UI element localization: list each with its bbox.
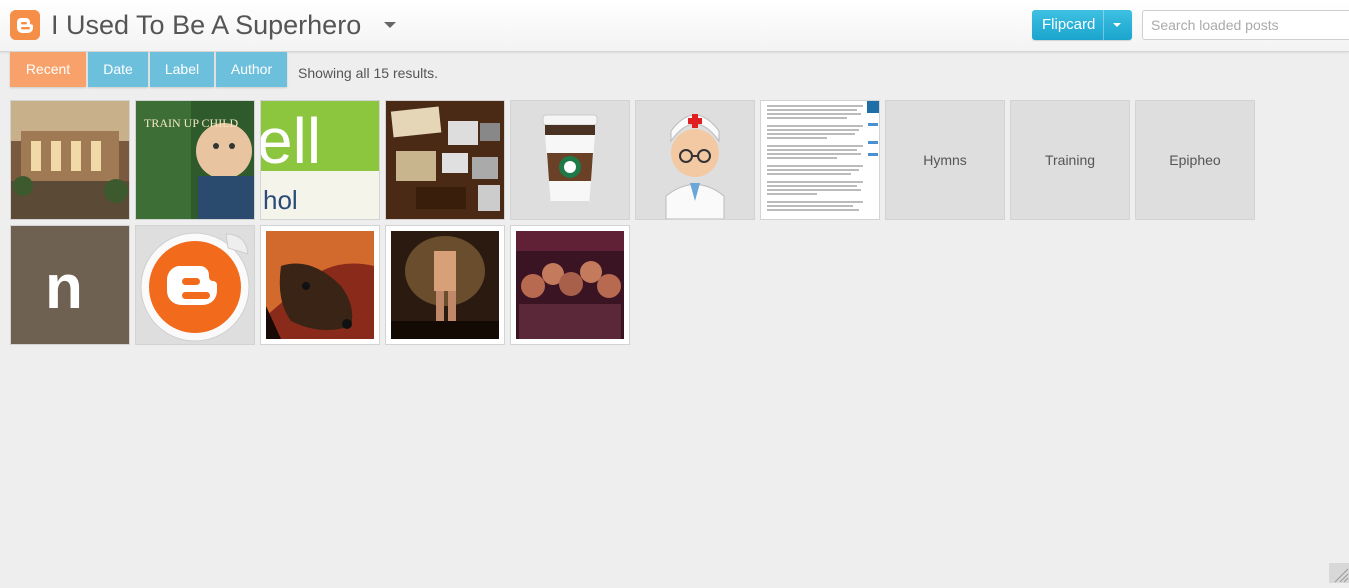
logo-text: n [45, 253, 83, 322]
view-selector-label: Flipcard [1042, 16, 1096, 33]
post-card[interactable] [760, 100, 880, 220]
group-photo [511, 226, 629, 344]
post-card[interactable]: n [10, 225, 130, 345]
book-cover-photo: TRAIN UP CHILD [136, 101, 254, 219]
post-card[interactable] [510, 225, 630, 345]
post-card-label: Epipheo [1169, 152, 1221, 168]
blogger-sticker-icon [136, 226, 254, 344]
building-photo [11, 101, 129, 219]
post-card-training[interactable]: Training [1010, 100, 1130, 220]
view-selector-button[interactable]: Flipcard [1032, 10, 1132, 40]
blog-title[interactable]: I Used To Be A Superhero [51, 9, 361, 41]
post-card[interactable] [385, 225, 505, 345]
logo-text: ell [261, 105, 321, 177]
chevron-down-icon[interactable] [384, 22, 396, 28]
search-input[interactable] [1142, 10, 1349, 40]
tab-date[interactable]: Date [88, 52, 148, 87]
post-card[interactable] [510, 100, 630, 220]
post-card[interactable] [385, 100, 505, 220]
blogger-logo-icon[interactable] [10, 10, 40, 40]
top-bar: I Used To Be A Superhero Flipcard [0, 0, 1349, 52]
button-divider [1103, 10, 1104, 40]
ell-logo-image: ell hol [261, 101, 379, 219]
n-logo-image: n [11, 226, 129, 344]
tab-label[interactable]: Label [150, 52, 214, 87]
logo-subtext: hol [263, 185, 298, 215]
post-card-hymns[interactable]: Hymns [885, 100, 1005, 220]
post-card[interactable] [260, 225, 380, 345]
resize-handle-icon[interactable] [1329, 563, 1349, 583]
document-screenshot [761, 101, 879, 219]
results-count: Showing all 15 results. [298, 65, 439, 81]
tab-recent[interactable]: Recent [10, 52, 86, 87]
post-card[interactable] [635, 100, 755, 220]
post-card[interactable]: ell hol [260, 100, 380, 220]
figure-photo [386, 226, 504, 344]
post-card[interactable]: TRAIN UP CHILD [135, 100, 255, 220]
post-card-label: Training [1044, 152, 1096, 168]
coffee-cup-icon [511, 101, 629, 219]
calendar-collage-photo [386, 101, 504, 219]
chevron-down-icon[interactable] [1113, 23, 1121, 27]
dog-photo [261, 226, 379, 344]
book-title-text: TRAIN UP CHILD [144, 116, 239, 130]
post-card-label: Hymns [923, 152, 967, 168]
post-card[interactable] [10, 100, 130, 220]
doctor-avatar-icon [636, 101, 754, 219]
post-card[interactable] [135, 225, 255, 345]
tab-author[interactable]: Author [216, 52, 287, 87]
post-card-epipheo[interactable]: Epipheo [1135, 100, 1255, 220]
